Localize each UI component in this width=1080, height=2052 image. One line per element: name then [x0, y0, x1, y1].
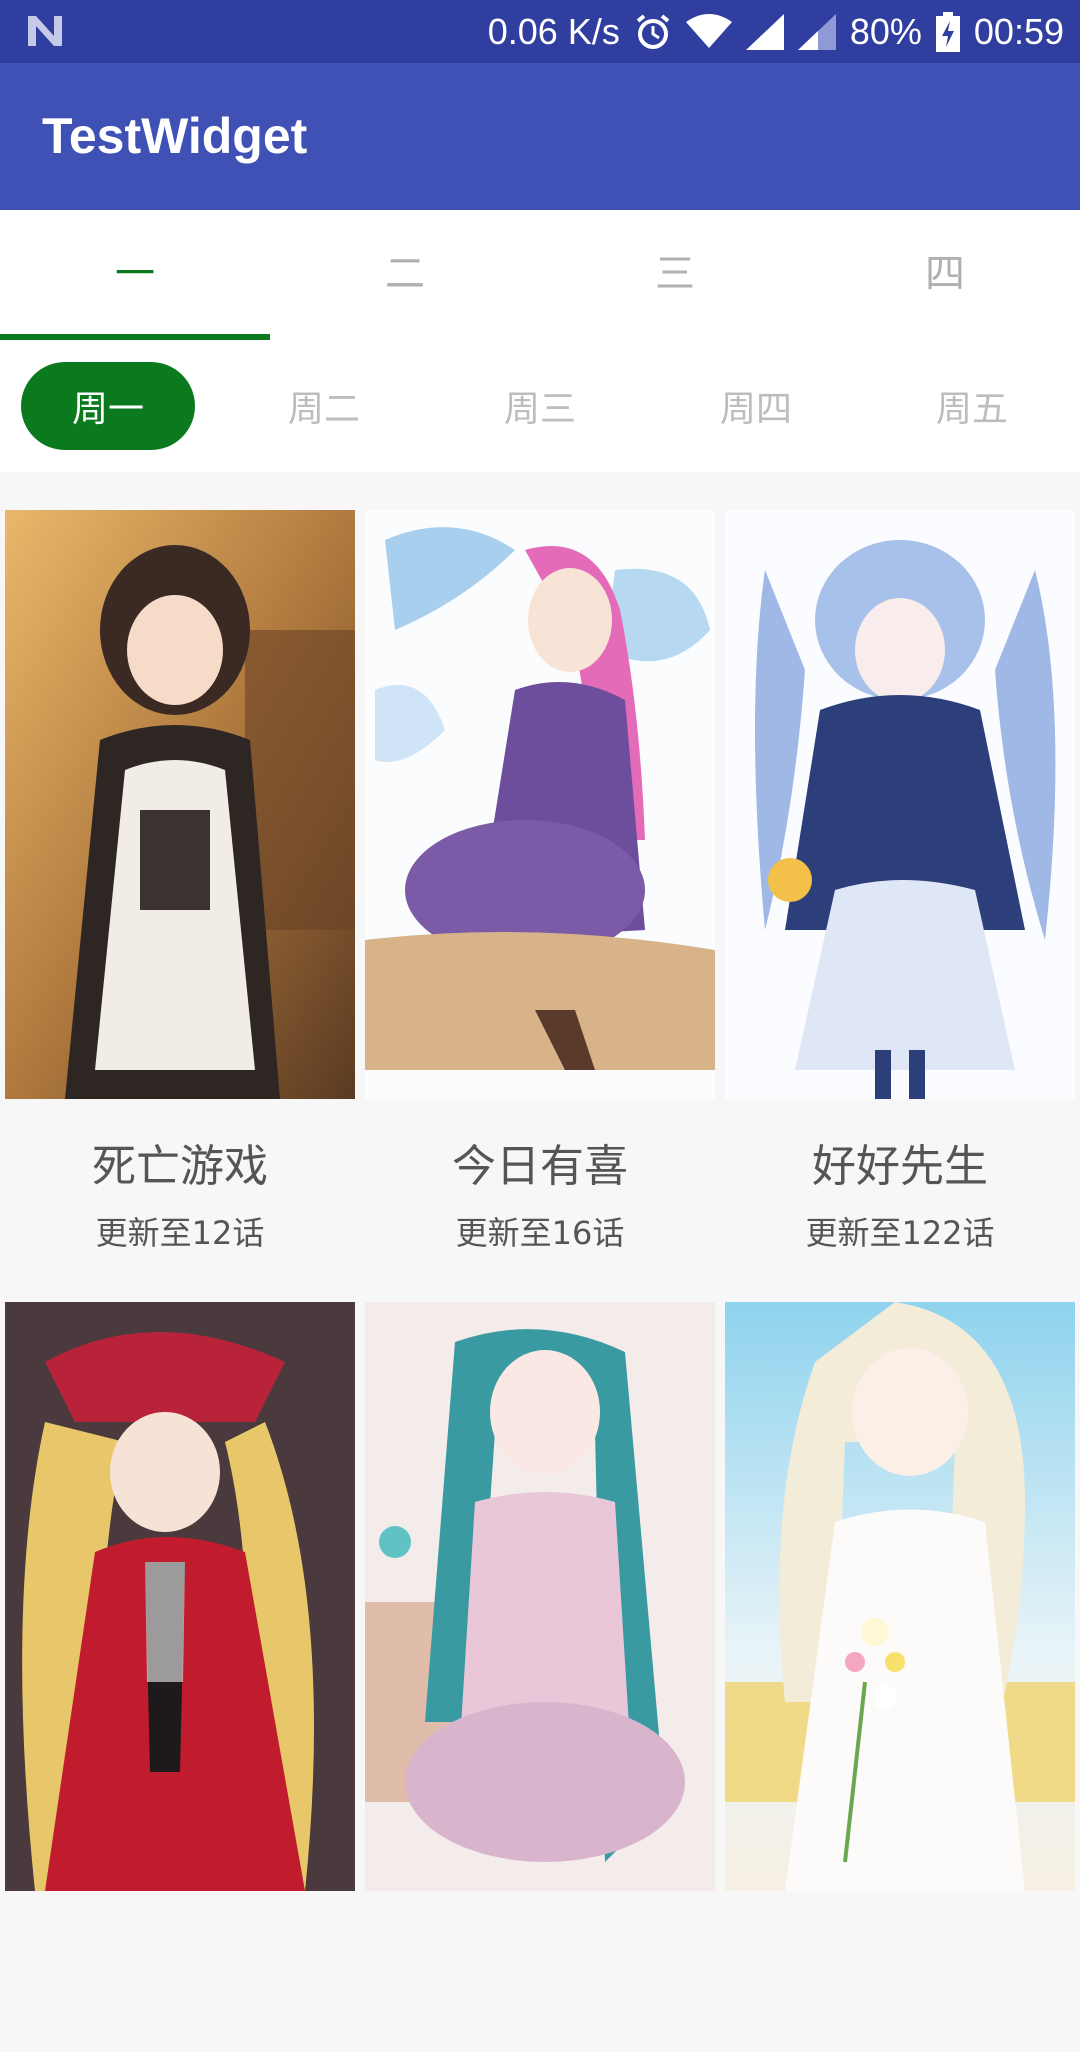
day-monday-chip[interactable]: 周一 — [21, 362, 195, 450]
comic-card[interactable]: 好好先生 更新至122话 — [725, 510, 1075, 1260]
comic-cover-image — [5, 1302, 355, 1891]
tab-1[interactable]: 一 — [0, 210, 270, 340]
comic-cover-image — [365, 1302, 715, 1891]
comic-title: 今日有喜 — [452, 1141, 628, 1192]
n-logo-icon — [28, 16, 62, 46]
day-thursday-chip[interactable]: 周四 — [648, 362, 864, 450]
comic-card[interactable] — [5, 1302, 355, 2052]
comic-card[interactable]: 死亡游戏 更新至12话 — [5, 510, 355, 1260]
tab-2[interactable]: 二 — [270, 210, 540, 340]
tab-bar: 一 二 三 四 — [0, 210, 1080, 340]
network-speed: 0.06 K/s — [487, 10, 620, 52]
comic-title: 死亡游戏 — [92, 1141, 268, 1192]
signal-icon — [745, 13, 784, 50]
tab-4[interactable]: 四 — [810, 210, 1080, 340]
comic-card[interactable]: 今日有喜 更新至16话 — [365, 510, 715, 1260]
comic-card[interactable] — [725, 1302, 1075, 2052]
tab-3[interactable]: 三 — [540, 210, 810, 340]
wifi-icon — [685, 13, 732, 48]
comic-cover-image — [365, 510, 715, 1099]
app-bar: TestWidget — [0, 63, 1080, 210]
comic-title: 好好先生 — [812, 1141, 988, 1192]
signal-weak-icon — [797, 13, 836, 50]
comic-card[interactable] — [365, 1302, 715, 2052]
alarm-icon — [636, 13, 670, 49]
status-bar: 0.06 K/s 80% 00:59 — [0, 0, 1080, 63]
day-selector: 周一 周二 周三 周四 周五 — [0, 340, 1080, 472]
comic-update-status: 更新至12话 — [95, 1214, 265, 1252]
comic-cover-image — [5, 510, 355, 1099]
day-tuesday-chip[interactable]: 周二 — [216, 362, 432, 450]
comic-update-status: 更新至16话 — [455, 1214, 625, 1252]
battery-charging-icon — [935, 11, 960, 52]
comic-cover-image — [725, 510, 1075, 1099]
comic-cover-image — [725, 1302, 1075, 1891]
day-wednesday-chip[interactable]: 周三 — [432, 362, 648, 450]
clock: 00:59 — [973, 10, 1064, 52]
app-title: TestWidget — [42, 108, 308, 164]
day-friday-chip[interactable]: 周五 — [864, 362, 1080, 450]
comic-update-status: 更新至122话 — [805, 1214, 995, 1252]
battery-percent: 80% — [849, 10, 922, 52]
comic-grid: 死亡游戏 更新至12话 今日有喜 更新至16话 好好先生 更新至122话 — [0, 472, 1080, 1920]
